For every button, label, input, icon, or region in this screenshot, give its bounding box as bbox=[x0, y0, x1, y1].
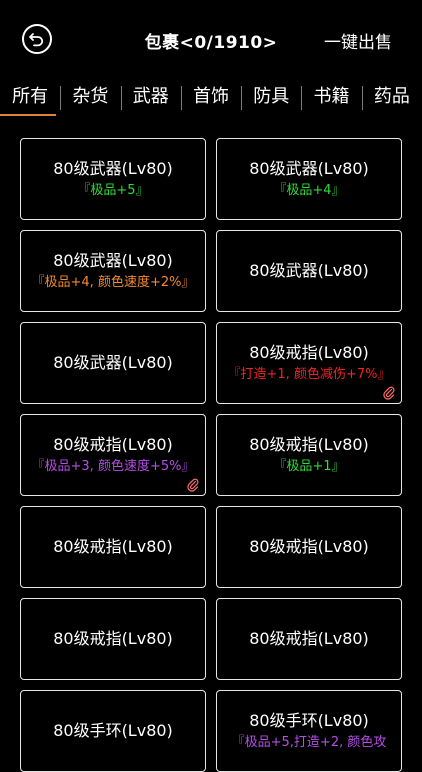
back-arrow-icon bbox=[29, 33, 44, 47]
category-tabs: 所有 杂货 武器 首饰 防具 书籍 药品 bbox=[0, 80, 422, 116]
tab-1[interactable]: 杂货 bbox=[60, 80, 120, 116]
sell-all-button[interactable]: 一键出售 bbox=[324, 28, 392, 53]
item-card[interactable]: 80级武器(Lv80) bbox=[216, 230, 402, 312]
item-card[interactable]: 80级武器(Lv80) 『极品+4』 bbox=[216, 138, 402, 220]
item-attributes: 『极品+1』 bbox=[273, 459, 345, 474]
back-button[interactable] bbox=[22, 24, 52, 54]
header-bar: 包裹<0/1910> 一键出售 bbox=[0, 0, 422, 80]
paperclip-icon bbox=[187, 477, 199, 492]
item-card[interactable]: 80级戒指(Lv80) bbox=[20, 506, 206, 588]
item-name: 80级手环(Lv80) bbox=[249, 711, 369, 730]
item-attributes: 『极品+3, 颜色速度+5%』 bbox=[31, 459, 195, 474]
item-name: 80级武器(Lv80) bbox=[53, 353, 173, 372]
item-card[interactable]: 80级戒指(Lv80) bbox=[20, 598, 206, 680]
item-card[interactable]: 80级武器(Lv80) bbox=[20, 322, 206, 404]
item-name: 80级戒指(Lv80) bbox=[249, 343, 369, 362]
item-card[interactable]: 80级戒指(Lv80) 『打造+1, 颜色减伤+7%』 bbox=[216, 322, 402, 404]
item-name: 80级武器(Lv80) bbox=[53, 251, 173, 270]
item-name: 80级手环(Lv80) bbox=[53, 721, 173, 740]
item-card[interactable]: 80级武器(Lv80) 『极品+4, 颜色速度+2%』 bbox=[20, 230, 206, 312]
item-card[interactable]: 80级戒指(Lv80) bbox=[216, 598, 402, 680]
item-name: 80级武器(Lv80) bbox=[249, 261, 369, 280]
tab-2[interactable]: 武器 bbox=[120, 80, 181, 116]
item-card[interactable]: 80级手环(Lv80) 『极品+5,打造+2, 颜色攻 bbox=[216, 690, 402, 772]
item-attributes: 『极品+5,打造+2, 颜色攻 bbox=[231, 735, 387, 750]
item-card[interactable]: 80级戒指(Lv80) 『极品+1』 bbox=[216, 414, 402, 496]
tab-3[interactable]: 首饰 bbox=[180, 80, 241, 116]
item-attributes: 『极品+4, 颜色速度+2%』 bbox=[31, 275, 195, 290]
item-name: 80级戒指(Lv80) bbox=[53, 537, 173, 556]
item-name: 80级戒指(Lv80) bbox=[249, 537, 369, 556]
tab-5[interactable]: 书籍 bbox=[301, 80, 361, 116]
tab-4[interactable]: 防具 bbox=[241, 80, 301, 116]
item-name: 80级戒指(Lv80) bbox=[53, 629, 173, 648]
item-name: 80级戒指(Lv80) bbox=[53, 435, 173, 454]
item-card[interactable]: 80级手环(Lv80) bbox=[20, 690, 206, 772]
item-card[interactable]: 80级武器(Lv80) 『极品+5』 bbox=[20, 138, 206, 220]
item-card[interactable]: 80级戒指(Lv80) bbox=[216, 506, 402, 588]
tab-0[interactable]: 所有 bbox=[0, 80, 60, 116]
inventory-grid: 80级武器(Lv80) 『极品+5』 80级武器(Lv80) 『极品+4』 80级武器(… bbox=[20, 138, 402, 772]
item-attributes: 『极品+4』 bbox=[273, 183, 345, 198]
tab-6[interactable]: 药品 bbox=[361, 80, 422, 116]
item-card[interactable]: 80级戒指(Lv80) 『极品+3, 颜色速度+5%』 bbox=[20, 414, 206, 496]
item-name: 80级武器(Lv80) bbox=[249, 159, 369, 178]
item-name: 80级武器(Lv80) bbox=[53, 159, 173, 178]
item-name: 80级戒指(Lv80) bbox=[249, 435, 369, 454]
paperclip-icon bbox=[383, 385, 395, 400]
item-attributes: 『打造+1, 颜色减伤+7%』 bbox=[227, 367, 391, 382]
item-name: 80级戒指(Lv80) bbox=[249, 629, 369, 648]
item-attributes: 『极品+5』 bbox=[77, 183, 149, 198]
